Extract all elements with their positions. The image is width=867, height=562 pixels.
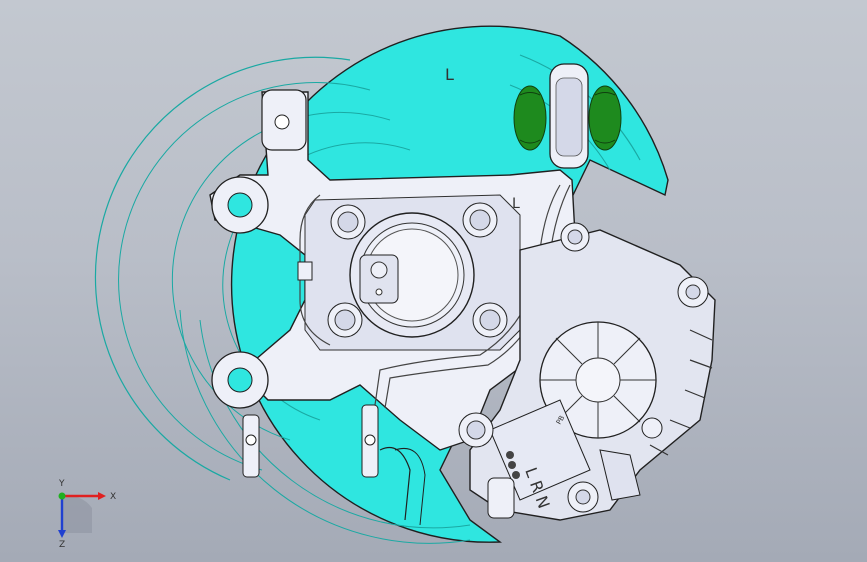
cad-model[interactable]: L L L R N PB [0, 0, 867, 562]
shield-mark: L [445, 65, 454, 84]
y-axis-label: Y [58, 479, 65, 489]
y-axis-dot [58, 492, 66, 500]
z-axis-label: Z [59, 540, 65, 548]
orientation-triad[interactable]: X Y Z [40, 478, 120, 548]
knuckle-mark: L [512, 196, 520, 212]
x-axis-label: X [110, 492, 116, 502]
graphics-viewport[interactable]: L L L R N PB X Y Z [0, 0, 867, 562]
